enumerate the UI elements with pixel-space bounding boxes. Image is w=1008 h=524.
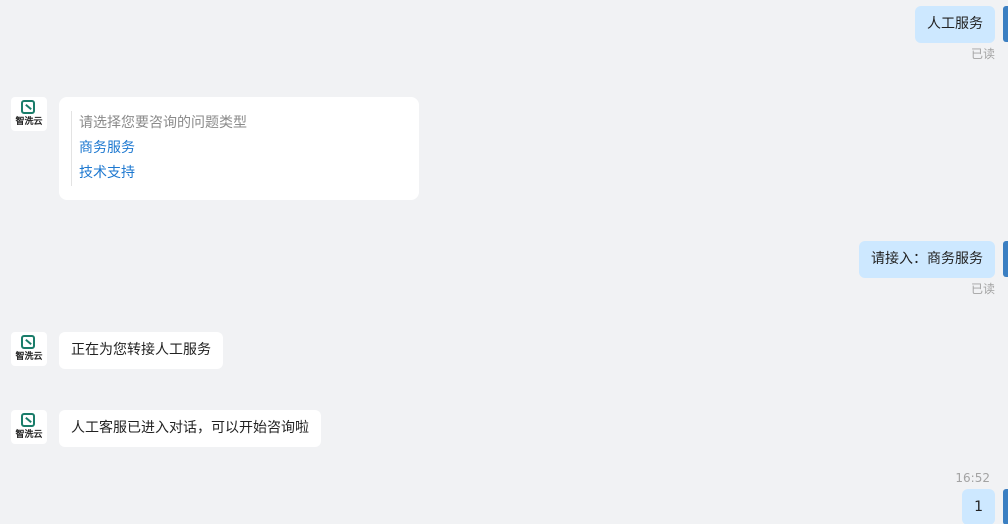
user-message-bubble: 人工服务 [915,6,995,43]
brand-logo-icon [21,335,35,349]
bot-avatar: 智洗云 [11,332,47,366]
bot-avatar-brand: 智洗云 [15,352,43,362]
read-receipt: 已读 [970,282,995,296]
message-text: 人工服务 [927,16,983,32]
bot-avatar: 智洗云 [11,97,47,131]
chat-message-list: 人工服务 已读 智洗云 请选择您要咨询的问题类型 商务服务 技术支持 请接入：商… [0,0,1008,524]
message-text: 正在为您转接人工服务 [71,342,211,358]
message-timestamp: 16:52 [955,471,990,485]
bot-message-bubble: 人工客服已进入对话，可以开始咨询啦 [59,410,321,447]
menu-option-business[interactable]: 商务服务 [79,136,247,161]
read-receipt: 已读 [970,47,995,61]
bot-message-bubble: 正在为您转接人工服务 [59,332,223,369]
user-avatar-edge [1003,6,1008,42]
bot-avatar-brand: 智洗云 [15,430,43,440]
menu-option-tech-support[interactable]: 技术支持 [79,161,247,186]
user-avatar-edge [1003,241,1008,277]
bot-avatar: 智洗云 [11,410,47,444]
question-type-menu: 请选择您要咨询的问题类型 商务服务 技术支持 [59,97,419,200]
brand-logo-icon [21,100,35,114]
menu-title: 请选择您要咨询的问题类型 [79,115,247,131]
bot-avatar-brand: 智洗云 [15,117,43,127]
message-text: 人工客服已进入对话，可以开始咨询啦 [71,420,309,436]
message-text: 请接入：商务服务 [871,251,983,267]
message-text: 1 [974,499,983,515]
user-message-bubble: 请接入：商务服务 [859,241,995,278]
brand-logo-icon [21,413,35,427]
user-avatar-edge [1003,489,1008,524]
menu-list: 请选择您要咨询的问题类型 商务服务 技术支持 [71,111,247,186]
user-message-bubble: 1 [962,489,995,524]
